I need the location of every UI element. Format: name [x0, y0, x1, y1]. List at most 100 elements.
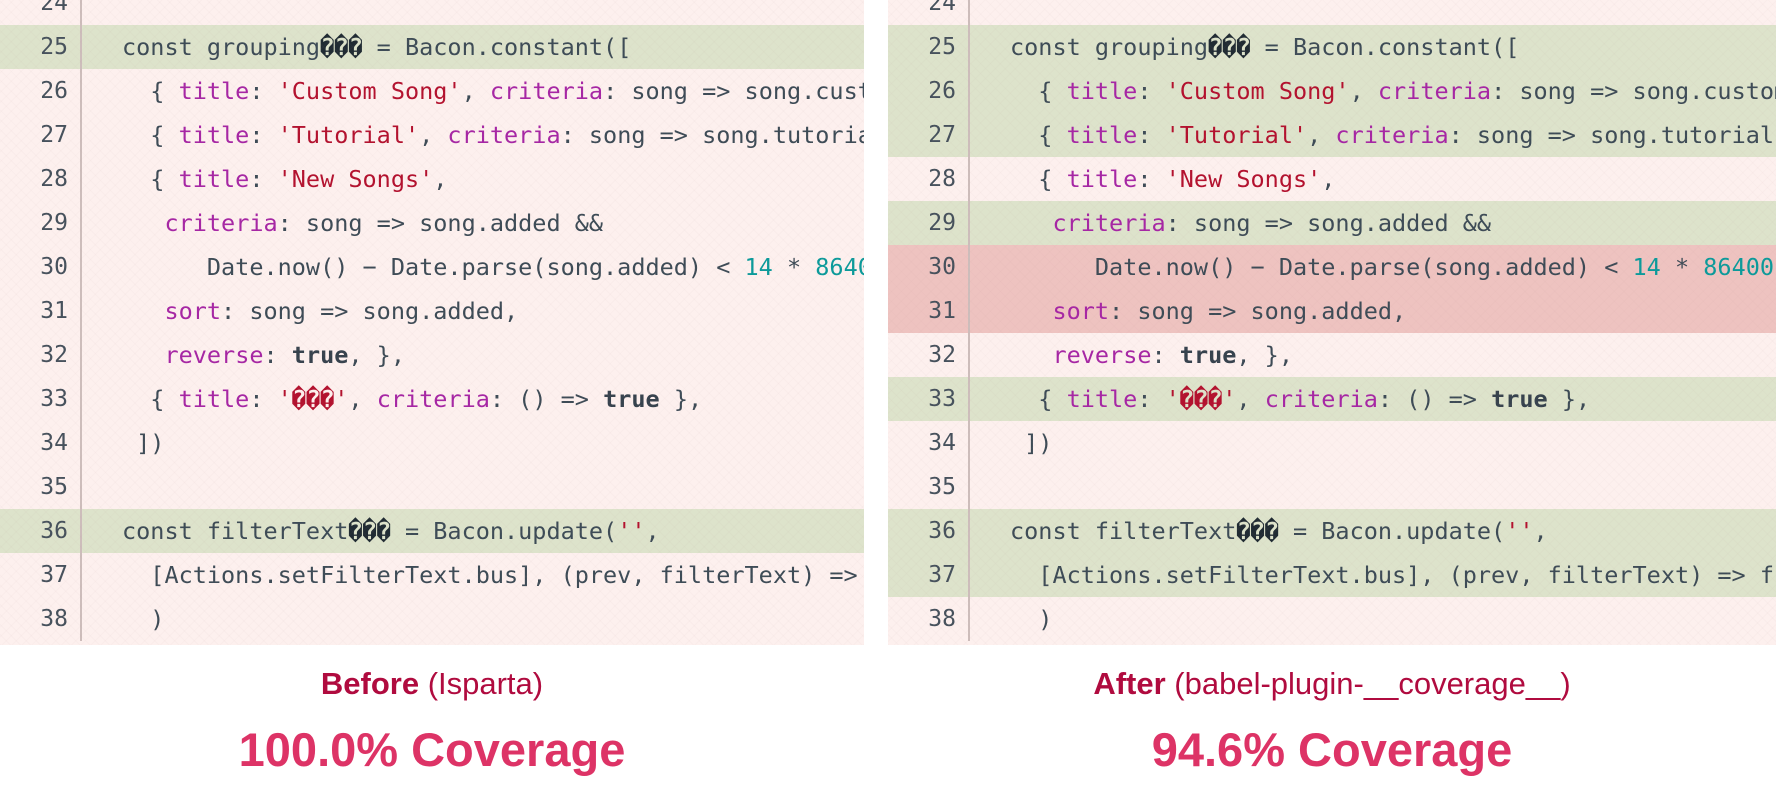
code-token: {	[1010, 121, 1067, 149]
code-line[interactable]: 31 sort: song => song.added,	[0, 289, 864, 333]
code-token: reverse	[1052, 341, 1152, 369]
code-text[interactable]: sort: song => song.added,	[970, 289, 1776, 333]
code-token: :	[1137, 385, 1166, 413]
code-line[interactable]: 35	[0, 465, 864, 509]
code-text[interactable]: Date.now() − Date.parse(song.added) < 14…	[970, 245, 1776, 289]
code-text[interactable]: const grouping ��� = Bacon.constant([	[970, 25, 1776, 69]
line-number: 37	[0, 553, 82, 597]
code-token: const filterText	[122, 517, 349, 545]
code-line[interactable]: 28 { title: 'New Songs',	[888, 157, 1776, 201]
code-token: sort	[164, 297, 222, 325]
code-line[interactable]: 35	[888, 465, 1776, 509]
code-line[interactable]: 31 sort: song => song.added,	[888, 289, 1776, 333]
code-line[interactable]: 24	[0, 0, 864, 25]
code-line[interactable]: 37 [Actions.setFilterText.bus], (prev, f…	[888, 553, 1776, 597]
code-line[interactable]: 30 Date.now() − Date.parse(song.added) <…	[888, 245, 1776, 289]
code-panel-before[interactable]: 24 25 const grouping ��� = Bacon.constant([…	[0, 0, 864, 645]
code-token: '	[334, 385, 349, 413]
code-text[interactable]: criteria: song => song.added &&	[82, 201, 864, 245]
code-line[interactable]: 38 )	[0, 597, 864, 641]
code-text[interactable]: { title: ' ��� ', criteria: () => true },	[82, 377, 864, 421]
code-token: : () =>	[489, 385, 604, 413]
code-token: 'New Songs'	[1165, 165, 1322, 193]
code-line[interactable]: 30 Date.now() − Date.parse(song.added) <…	[0, 245, 864, 289]
code-text[interactable]: ])	[82, 421, 864, 465]
code-text[interactable]: const grouping ��� = Bacon.constant([	[82, 25, 864, 69]
code-text[interactable]: { title: 'Tutorial', criteria: song => s…	[82, 113, 864, 157]
code-text[interactable]: const filterText ��� = Bacon.update('',	[970, 509, 1776, 553]
code-token: : song => song.added,	[1109, 297, 1407, 325]
line-number: 37	[888, 553, 970, 597]
code-text[interactable]: { title: 'Tutorial', criteria: song => s…	[970, 113, 1776, 157]
code-line[interactable]: 26 { title: 'Custom Song', criteria: son…	[0, 69, 864, 113]
code-text[interactable]: Date.now() − Date.parse(song.added) < 14…	[82, 245, 864, 289]
code-line[interactable]: 33 { title: ' ��� ', criteria: () => true …	[0, 377, 864, 421]
code-token: : () =>	[1377, 385, 1492, 413]
code-token: ,	[1236, 385, 1265, 413]
code-line[interactable]: 37 [Actions.setFilterText.bus], (prev, f…	[0, 553, 864, 597]
line-number: 33	[0, 377, 82, 421]
code-token: criteria	[489, 77, 604, 105]
code-text[interactable]: [Actions.setFilterText.bus], (prev, filt…	[82, 553, 864, 597]
code-token: [Actions.setFilterText.bus], (prev, filt…	[122, 561, 864, 589]
code-line[interactable]: 36 const filterText ��� = Bacon.update('',	[0, 509, 864, 553]
code-token: 86400	[1703, 253, 1775, 281]
code-token: {	[122, 77, 179, 105]
code-token: :	[1151, 341, 1180, 369]
code-line[interactable]: 29 criteria: song => song.added &&	[0, 201, 864, 245]
code-text[interactable]: { title: 'New Songs',	[82, 157, 864, 201]
code-text[interactable]	[82, 465, 864, 509]
code-token: 14	[1632, 253, 1661, 281]
code-text[interactable]	[970, 0, 1776, 25]
code-token: 'New Songs'	[277, 165, 434, 193]
code-line[interactable]: 28 { title: 'New Songs',	[0, 157, 864, 201]
line-number: 24	[0, 0, 82, 25]
code-line[interactable]: 25 const grouping ��� = Bacon.constant([	[0, 25, 864, 69]
code-text[interactable]: reverse: true, },	[82, 333, 864, 377]
code-line[interactable]: 27 { title: 'Tutorial', criteria: song =…	[0, 113, 864, 157]
code-text[interactable]: reverse: true, },	[970, 333, 1776, 377]
code-line[interactable]: 26 { title: 'Custom Song', criteria: son…	[888, 69, 1776, 113]
code-lines-before: 24 25 const grouping ��� = Bacon.constant([…	[0, 0, 864, 641]
code-text[interactable]: const filterText ��� = Bacon.update('',	[82, 509, 864, 553]
code-text[interactable]: { title: 'New Songs',	[970, 157, 1776, 201]
code-text[interactable]: { title: 'Custom Song', criteria: song =…	[970, 69, 1776, 113]
code-text[interactable]: sort: song => song.added,	[82, 289, 864, 333]
line-number: 30	[0, 245, 82, 289]
code-line[interactable]: 24	[888, 0, 1776, 25]
line-number: 32	[0, 333, 82, 377]
code-line[interactable]: 27 { title: 'Tutorial', criteria: song =…	[888, 113, 1776, 157]
code-panel-after[interactable]: 24 25 const grouping ��� = Bacon.constant([…	[888, 0, 1776, 645]
code-token: criteria	[1335, 121, 1449, 149]
code-line[interactable]: 34 ])	[0, 421, 864, 465]
code-token: 86400	[815, 253, 864, 281]
line-number: 35	[888, 465, 970, 509]
code-line[interactable]: 36 const filterText ��� = Bacon.update('',	[888, 509, 1776, 553]
code-line[interactable]: 32 reverse: true, },	[888, 333, 1776, 377]
code-line[interactable]: 34 ])	[888, 421, 1776, 465]
code-text[interactable]: { title: 'Custom Song', criteria: song =…	[82, 69, 864, 113]
code-token: true	[1179, 341, 1237, 369]
code-text[interactable]	[970, 465, 1776, 509]
code-token: title	[1066, 385, 1138, 413]
code-token: = Bacon.constant([	[1250, 33, 1520, 61]
code-line[interactable]: 33 { title: ' ��� ', criteria: () => true …	[888, 377, 1776, 421]
code-token: , },	[1236, 341, 1293, 369]
code-line[interactable]: 25 const grouping ��� = Bacon.constant([	[888, 25, 1776, 69]
code-text[interactable]: criteria: song => song.added &&	[970, 201, 1776, 245]
code-token: criteria	[376, 385, 490, 413]
code-text[interactable]: ])	[970, 421, 1776, 465]
code-text[interactable]: )	[970, 597, 1776, 641]
code-text[interactable]: )	[82, 597, 864, 641]
code-line[interactable]: 32 reverse: true, },	[0, 333, 864, 377]
code-line[interactable]: 29 criteria: song => song.added &&	[888, 201, 1776, 245]
code-token: : song => song.added,	[221, 297, 519, 325]
code-text[interactable]: [Actions.setFilterText.bus], (prev, filt…	[970, 553, 1776, 597]
code-text[interactable]: { title: ' ��� ', criteria: () => true },	[970, 377, 1776, 421]
code-line[interactable]: 38 )	[888, 597, 1776, 641]
code-token: ,	[419, 121, 448, 149]
code-token: *	[1660, 253, 1704, 281]
code-text[interactable]	[82, 0, 864, 25]
